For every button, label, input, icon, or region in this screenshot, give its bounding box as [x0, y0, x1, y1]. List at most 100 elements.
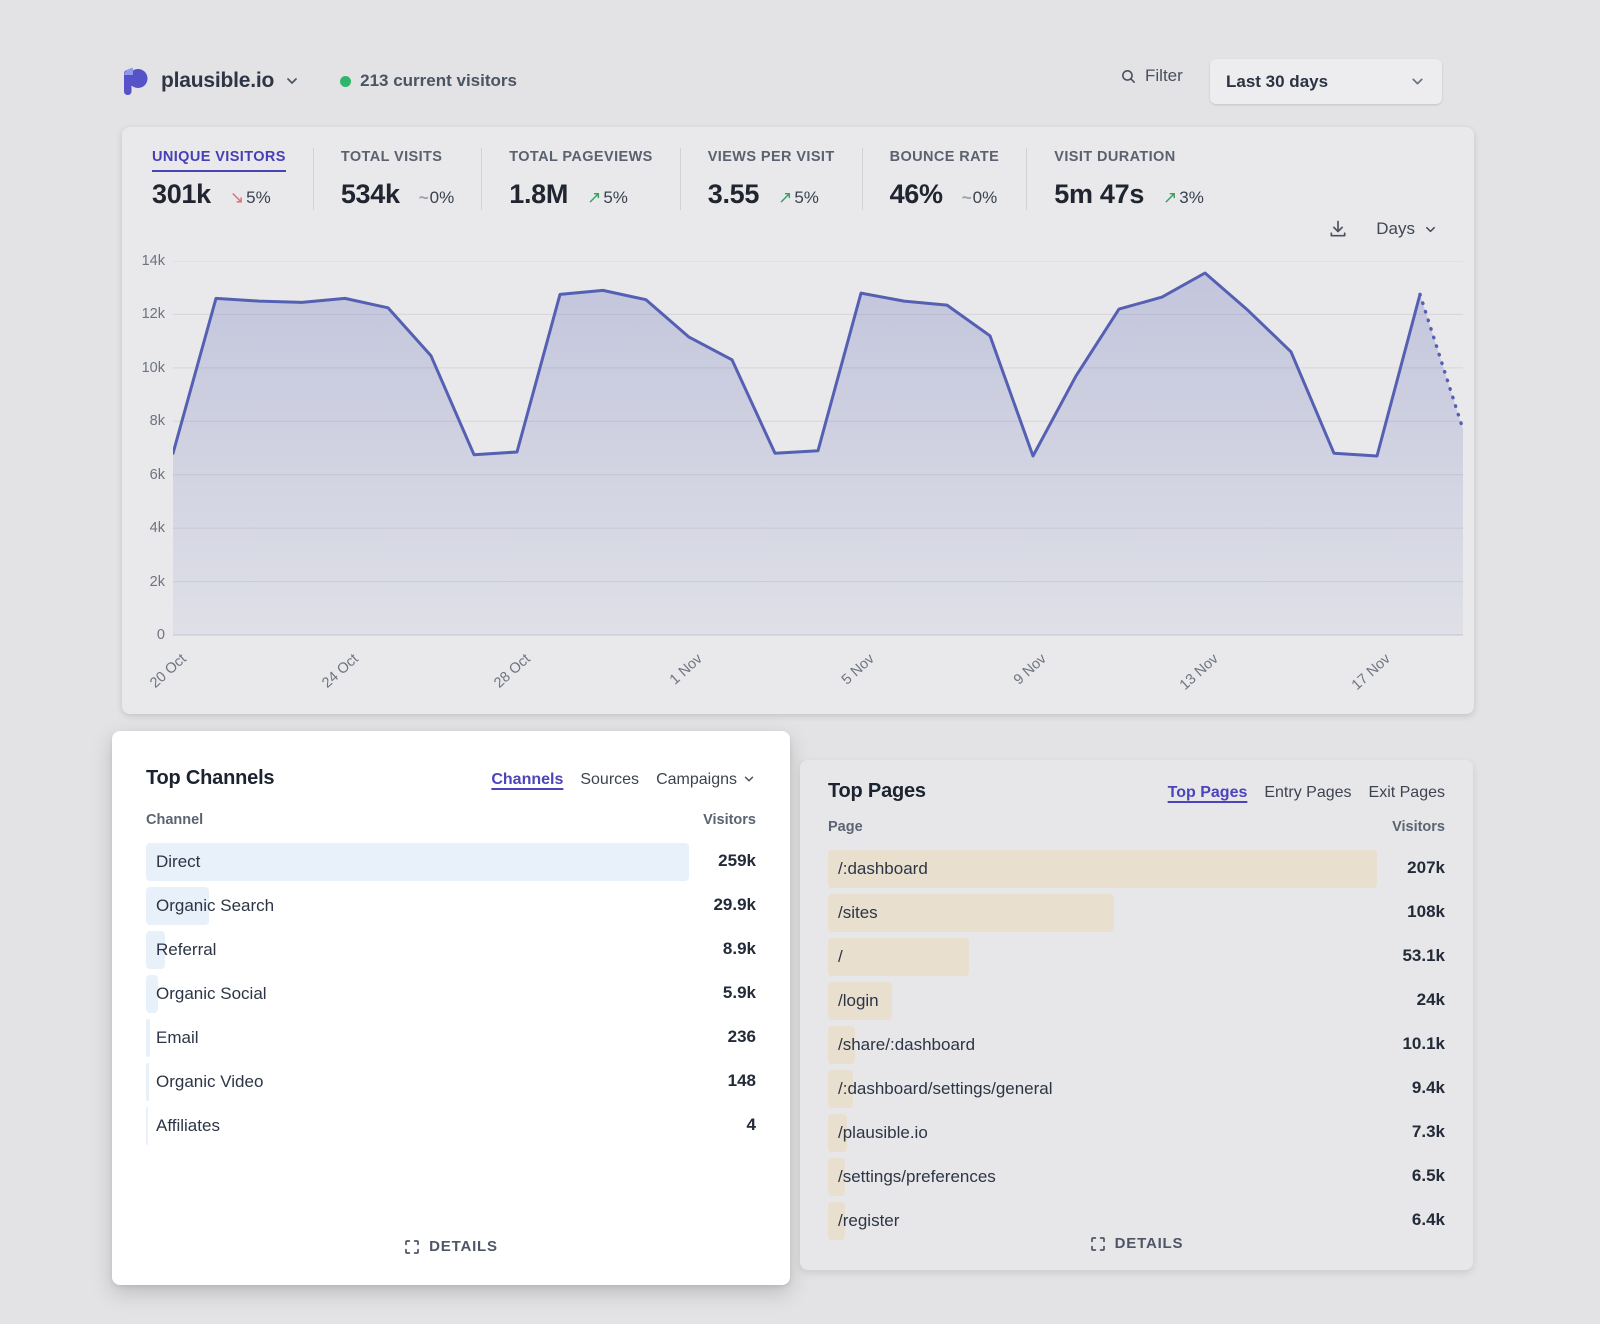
row-label: Email [146, 1019, 756, 1057]
y-axis-label: 14k [123, 253, 165, 269]
breakdown-row[interactable]: /53.1k [828, 938, 1445, 976]
row-label: Organic Social [146, 975, 756, 1013]
stat-total-pageviews[interactable]: TOTAL PAGEVIEWS1.8M↗5% [481, 148, 680, 210]
breakdown-row[interactable]: /login24k [828, 982, 1445, 1020]
search-icon [1120, 68, 1137, 85]
top-pages-columns: Page Visitors [828, 819, 1445, 835]
row-label: /share/:dashboard [828, 1026, 1445, 1064]
current-visitors-text: 213 current visitors [360, 71, 517, 91]
stat-label: TOTAL PAGEVIEWS [509, 149, 653, 172]
tab-exit-pages[interactable]: Exit Pages [1369, 784, 1445, 802]
top-channels-details-button[interactable]: DETAILS [112, 1238, 790, 1255]
breakdown-row[interactable]: /settings/preferences6.5k [828, 1158, 1445, 1196]
stat-delta: ~0% [419, 188, 455, 208]
row-value: 108k [1407, 894, 1445, 930]
stat-value: 5m 47s [1054, 179, 1144, 210]
visitors-area-chart[interactable]: 02k4k6k8k10k12k14k20 Oct24 Oct28 Oct1 No… [173, 261, 1463, 635]
breakdown-row[interactable]: Organic Video148 [146, 1063, 756, 1101]
tab-channels[interactable]: Channels [491, 771, 563, 789]
top-pages-details-button[interactable]: DETAILS [800, 1235, 1473, 1252]
row-label: Organic Video [146, 1063, 756, 1101]
top-pages-card: Top Pages Top Pages Entry Pages Exit Pages… [800, 760, 1473, 1270]
x-axis-label: 24 Oct [305, 651, 362, 704]
download-export-icon[interactable] [1328, 219, 1348, 239]
stat-visit-duration[interactable]: VISIT DURATION5m 47s↗3% [1026, 148, 1231, 210]
row-value: 10.1k [1402, 1026, 1445, 1062]
current-visitors-badge[interactable]: 213 current visitors [340, 71, 517, 91]
site-name[interactable]: plausible.io [161, 69, 274, 93]
top-channels-header: Top Channels Channels Sources Campaigns [146, 731, 756, 790]
date-range-label: Last 30 days [1226, 72, 1328, 92]
breakdown-row[interactable]: /plausible.io7.3k [828, 1114, 1445, 1152]
stat-value: 46% [890, 179, 943, 210]
x-axis-label: 1 Nov [649, 651, 706, 704]
breakdown-row[interactable]: /sites108k [828, 894, 1445, 932]
chevron-down-icon [1423, 222, 1438, 237]
x-axis-label: 17 Nov [1337, 651, 1394, 704]
stat-label: TOTAL VISITS [341, 149, 442, 172]
row-label: / [828, 938, 1445, 976]
row-value: 7.3k [1412, 1114, 1445, 1150]
row-label: /sites [828, 894, 1445, 932]
breakdown-row[interactable]: Affiliates4 [146, 1107, 756, 1145]
breakdown-row[interactable]: /share/:dashboard10.1k [828, 1026, 1445, 1064]
top-pages-title: Top Pages [828, 780, 926, 803]
breakdown-row[interactable]: Organic Search29.9k [146, 887, 756, 925]
stat-total-visits[interactable]: TOTAL VISITS534k~0% [313, 148, 481, 210]
x-axis-label: 28 Oct [477, 651, 534, 704]
y-axis-label: 8k [123, 413, 165, 429]
row-label: Organic Search [146, 887, 756, 925]
expand-icon [1090, 1236, 1106, 1252]
chevron-down-icon [742, 772, 756, 786]
breakdown-row[interactable]: /:dashboard207k [828, 850, 1445, 888]
chart-controls: Days [1328, 219, 1438, 239]
stat-label: UNIQUE VISITORS [152, 149, 286, 172]
tab-campaigns[interactable]: Campaigns [656, 771, 756, 789]
stat-delta: ~0% [962, 188, 998, 208]
row-value: 148 [728, 1063, 756, 1099]
column-header-page: Page [828, 819, 863, 835]
y-axis-label: 12k [123, 306, 165, 322]
top-channels-title: Top Channels [146, 767, 274, 790]
interval-picker[interactable]: Days [1376, 219, 1438, 239]
tab-sources[interactable]: Sources [580, 771, 639, 789]
date-range-picker[interactable]: Last 30 days [1210, 59, 1442, 104]
row-value: 236 [728, 1019, 756, 1055]
breakdown-row[interactable]: Referral8.9k [146, 931, 756, 969]
stat-unique-visitors[interactable]: UNIQUE VISITORS 301k ↘5% [152, 148, 313, 210]
breakdown-row[interactable]: Direct259k [146, 843, 756, 881]
top-stats-bar: UNIQUE VISITORS 301k ↘5% TOTAL VISITS534k~0… [152, 148, 1231, 210]
top-channels-tabs: Channels Sources Campaigns [491, 771, 756, 789]
tab-top-pages[interactable]: Top Pages [1168, 784, 1248, 802]
row-label: /plausible.io [828, 1114, 1445, 1152]
top-channels-list: Direct259k Organic Search29.9k Referral8.9… [146, 843, 756, 1145]
top-pages-header: Top Pages Top Pages Entry Pages Exit Pages [828, 760, 1445, 803]
top-channels-card: Top Channels Channels Sources Campaigns Ch… [112, 731, 790, 1285]
filter-button[interactable]: Filter [1120, 66, 1183, 86]
live-status-dot-icon [340, 76, 351, 87]
stat-value: 301k [152, 179, 211, 210]
row-label: /login [828, 982, 1445, 1020]
row-value: 259k [718, 843, 756, 879]
stat-delta: ↗5% [587, 188, 628, 208]
column-header-channel: Channel [146, 812, 203, 828]
column-header-visitors: Visitors [703, 812, 756, 828]
x-axis-label: 5 Nov [821, 651, 878, 704]
site-header: plausible.io 213 current visitors [122, 58, 517, 104]
row-label: Referral [146, 931, 756, 969]
row-value: 29.9k [713, 887, 756, 923]
stat-delta: ↘5% [230, 188, 271, 208]
tab-entry-pages[interactable]: Entry Pages [1264, 784, 1351, 802]
stat-label: VIEWS PER VISIT [708, 149, 835, 172]
stat-bounce-rate[interactable]: BOUNCE RATE46%~0% [862, 148, 1027, 210]
breakdown-row[interactable]: Email236 [146, 1019, 756, 1057]
details-label: DETAILS [1115, 1235, 1184, 1252]
breakdown-row[interactable]: Organic Social5.9k [146, 975, 756, 1013]
row-value: 6.4k [1412, 1202, 1445, 1238]
row-value: 5.9k [723, 975, 756, 1011]
stat-delta: ↗3% [1163, 188, 1204, 208]
stat-views-per-visit[interactable]: VIEWS PER VISIT3.55↗5% [680, 148, 862, 210]
row-label: /settings/preferences [828, 1158, 1445, 1196]
breakdown-row[interactable]: /:dashboard/settings/general9.4k [828, 1070, 1445, 1108]
site-switcher-chevron-icon[interactable] [284, 73, 300, 89]
